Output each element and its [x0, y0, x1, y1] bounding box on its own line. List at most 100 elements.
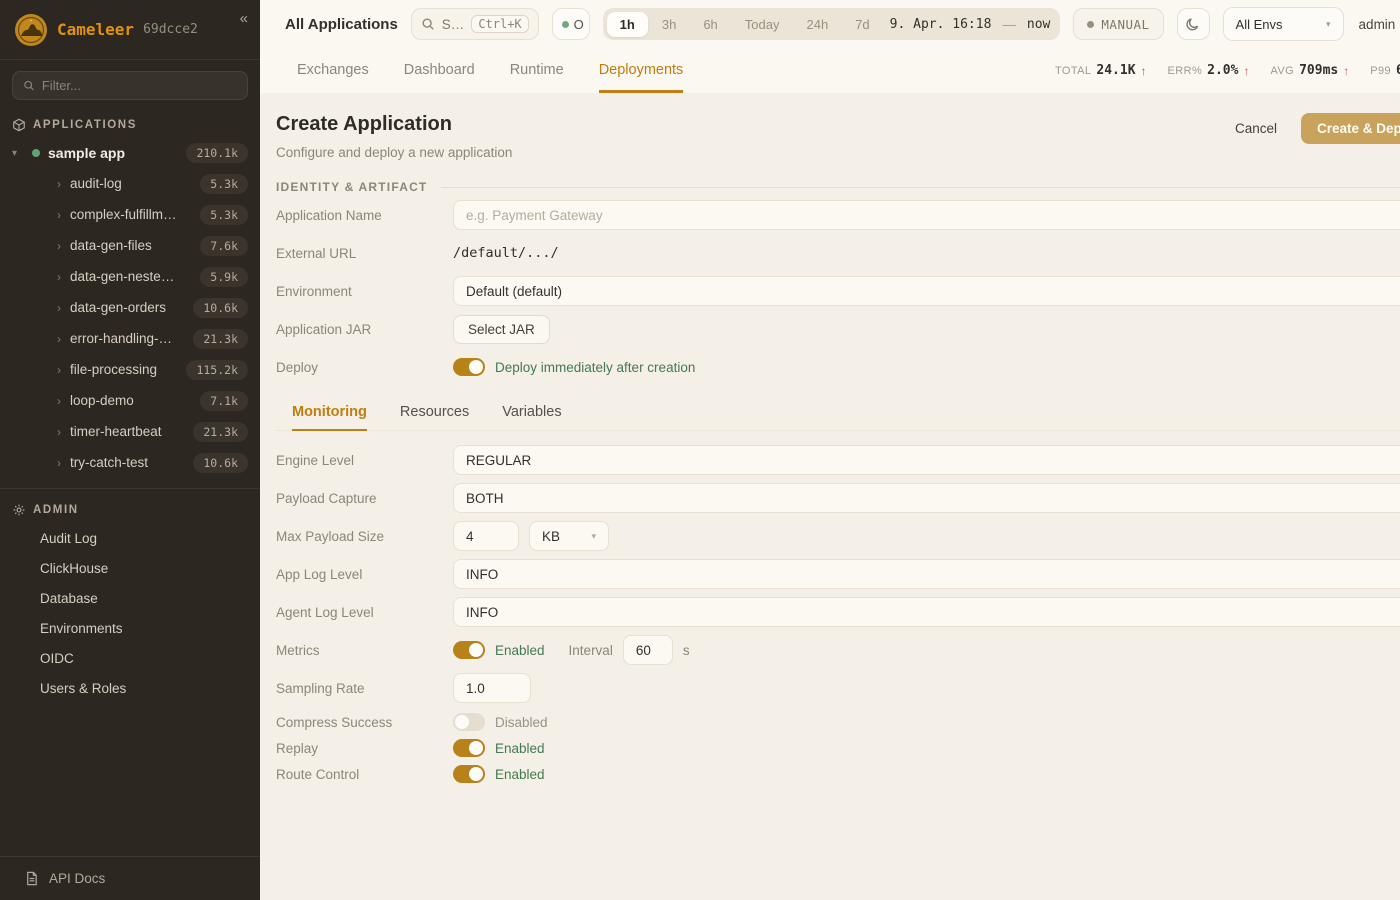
online-status-button[interactable]: O	[552, 8, 590, 40]
field-label: Max Payload Size	[276, 529, 453, 544]
tab-exchanges[interactable]: Exchanges	[297, 48, 369, 93]
route-control-toggle[interactable]	[453, 765, 485, 783]
stat-label: ERR%	[1168, 65, 1203, 77]
time-separator: —	[998, 17, 1020, 32]
time-from[interactable]: 9. Apr. 16:18	[884, 17, 998, 32]
filter-input[interactable]	[42, 78, 237, 93]
tabs-bar: Exchanges Dashboard Runtime Deployments …	[260, 48, 1400, 93]
sidebar-item-file-processing[interactable]: › file-processing 115.2k	[0, 354, 260, 385]
payload-capture-select[interactable]: BOTH ▾	[453, 483, 1400, 513]
field-label: Engine Level	[276, 453, 453, 468]
range-3h[interactable]: 3h	[649, 12, 689, 37]
api-docs-label: API Docs	[49, 871, 105, 886]
subtab-monitoring[interactable]: Monitoring	[292, 404, 367, 431]
online-dot-icon	[562, 21, 569, 28]
sidebar-item-data-gen-orders[interactable]: › data-gen-orders 10.6k	[0, 292, 260, 323]
chevron-right-icon: ›	[57, 208, 61, 222]
collapse-sidebar-icon[interactable]: «	[240, 10, 248, 27]
sidebar-item-audit-log-admin[interactable]: Audit Log	[0, 523, 260, 553]
field-sampling-rate: Sampling Rate	[276, 673, 1400, 703]
payload-unit-value: KB	[542, 529, 560, 544]
stat-p99: P99 6.7s ↑	[1370, 63, 1400, 78]
refresh-mode-button[interactable]: MANUAL	[1073, 8, 1163, 40]
sidebar-item-timer-heartbeat[interactable]: › timer-heartbeat 21.3k	[0, 416, 260, 447]
count-badge: 10.6k	[193, 298, 248, 318]
chevron-right-icon: ›	[57, 363, 61, 377]
sampling-rate-input[interactable]	[453, 673, 531, 703]
time-to[interactable]: now	[1021, 17, 1056, 32]
compress-state-text: Disabled	[495, 715, 548, 730]
create-deploy-button[interactable]: Create & Deploy	[1301, 113, 1400, 144]
range-6h[interactable]: 6h	[690, 12, 730, 37]
content: Create Application Configure and deploy …	[260, 93, 1400, 900]
sidebar-item-data-gen-files[interactable]: › data-gen-files 7.6k	[0, 230, 260, 261]
metrics-interval-input[interactable]	[623, 635, 673, 665]
count-badge: 21.3k	[193, 422, 248, 442]
chevron-down-icon[interactable]: ▾	[12, 148, 24, 159]
sidebar-item-complex-fulfillm[interactable]: › complex-fulfillm… 5.3k	[0, 199, 260, 230]
field-application-name: Application Name	[276, 200, 1400, 230]
environment-select[interactable]: Default (default) ▾	[453, 276, 1400, 306]
deploy-toggle[interactable]	[453, 358, 485, 376]
sidebar-item-database[interactable]: Database	[0, 583, 260, 613]
engine-level-select[interactable]: REGULAR ▾	[453, 445, 1400, 475]
field-label: Route Control	[276, 767, 453, 782]
tab-deployments[interactable]: Deployments	[599, 48, 684, 93]
field-payload-capture: Payload Capture BOTH ▾	[276, 483, 1400, 513]
subtab-resources[interactable]: Resources	[400, 404, 469, 431]
envs-value: All Envs	[1236, 17, 1283, 32]
field-route-control: Route Control Enabled	[276, 763, 1400, 785]
range-7d[interactable]: 7d	[842, 12, 882, 37]
field-max-payload-size: Max Payload Size KB ▾	[276, 521, 1400, 551]
replay-toggle[interactable]	[453, 739, 485, 757]
chevron-down-icon: ▾	[591, 531, 596, 542]
online-label: O	[574, 17, 584, 32]
field-replay: Replay Enabled	[276, 737, 1400, 759]
metrics-toggle[interactable]	[453, 641, 485, 659]
app-name: data-gen-neste…	[70, 269, 174, 284]
field-label: App Log Level	[276, 567, 453, 582]
admin-section-header: ADMIN	[0, 489, 260, 523]
environments-select[interactable]: All Envs ▾	[1223, 7, 1344, 41]
page-header: Create Application Configure and deploy …	[276, 113, 1400, 160]
global-search-button[interactable]: S… Ctrl+K	[411, 8, 539, 40]
payload-unit-select[interactable]: KB ▾	[529, 521, 609, 551]
sidebar-item-try-catch-test[interactable]: › try-catch-test 10.6k	[0, 447, 260, 478]
range-today[interactable]: Today	[732, 12, 793, 37]
agent-log-level-select[interactable]: INFO ▾	[453, 597, 1400, 627]
range-1h[interactable]: 1h	[607, 12, 648, 37]
select-jar-button[interactable]: Select JAR	[453, 315, 550, 344]
stat-label: P99	[1370, 65, 1391, 77]
manual-dot-icon	[1087, 21, 1094, 28]
sidebar-filter[interactable]	[12, 71, 248, 100]
sidebar-item-audit-log[interactable]: › audit-log 5.3k	[0, 168, 260, 199]
sidebar-item-environments[interactable]: Environments	[0, 613, 260, 643]
tab-dashboard[interactable]: Dashboard	[404, 48, 475, 93]
api-docs-link[interactable]: API Docs	[0, 856, 260, 900]
chevron-right-icon: ›	[57, 332, 61, 346]
stats-bar: TOTAL 24.1K ↑ ERR% 2.0% ↑ AVG 709ms ↑ P9…	[1055, 48, 1400, 93]
sidebar-item-oidc[interactable]: OIDC	[0, 643, 260, 673]
topbar: All Applications S… Ctrl+K O 1h 3h 6h To…	[260, 0, 1400, 48]
max-payload-size-input[interactable]	[453, 521, 519, 551]
compress-success-toggle[interactable]	[453, 713, 485, 731]
sidebar-item-users-roles[interactable]: Users & Roles	[0, 673, 260, 703]
moon-icon	[1185, 16, 1201, 32]
cancel-button[interactable]: Cancel	[1225, 114, 1287, 143]
sidebar-item-data-gen-neste[interactable]: › data-gen-neste… 5.9k	[0, 261, 260, 292]
subtab-variables[interactable]: Variables	[502, 404, 561, 431]
sidebar-item-error-handling[interactable]: › error-handling-… 21.3k	[0, 323, 260, 354]
document-icon	[24, 871, 39, 886]
sidebar-item-loop-demo[interactable]: › loop-demo 7.1k	[0, 385, 260, 416]
stat-value: 2.0%	[1207, 63, 1238, 78]
field-metrics: Metrics Enabled Interval s	[276, 635, 1400, 665]
theme-toggle-button[interactable]	[1177, 8, 1210, 40]
sidebar-item-sample-app[interactable]: ▾ sample app 210.1k	[0, 138, 260, 168]
application-name-input[interactable]	[453, 200, 1400, 230]
app-name: try-catch-test	[70, 455, 148, 470]
sidebar-item-clickhouse[interactable]: ClickHouse	[0, 553, 260, 583]
app-log-level-select[interactable]: INFO ▾	[453, 559, 1400, 589]
stat-value: 709ms	[1299, 63, 1338, 78]
tab-runtime[interactable]: Runtime	[510, 48, 564, 93]
range-24h[interactable]: 24h	[793, 12, 841, 37]
